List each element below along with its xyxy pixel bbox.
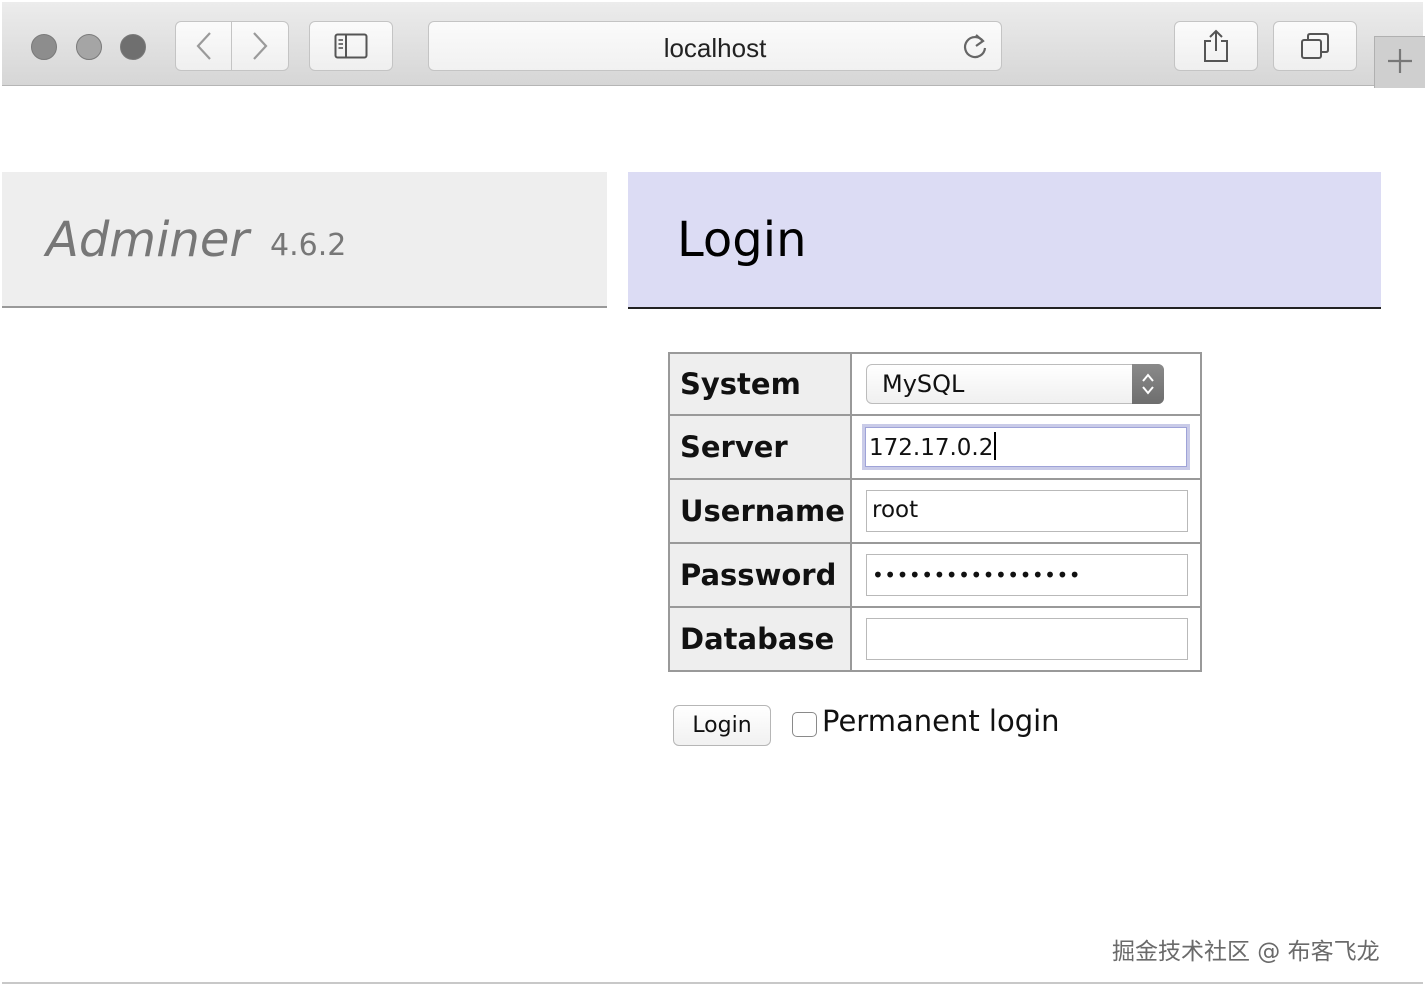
bottom-divider [2, 982, 1423, 984]
username-input-value: root [872, 497, 919, 523]
password-input-value: ••••••••••••••••• [872, 563, 1082, 587]
username-label: Username [668, 478, 852, 544]
back-button[interactable] [175, 21, 232, 71]
form-row-password: Password ••••••••••••••••• [668, 542, 1202, 608]
new-tab-button[interactable] [1374, 36, 1425, 88]
reload-icon[interactable] [961, 32, 989, 66]
close-window-button[interactable] [31, 34, 57, 60]
server-input-value: 172.17.0.2 [869, 435, 994, 461]
form-row-system: System MySQL [668, 352, 1202, 416]
share-icon [1202, 29, 1230, 63]
form-row-username: Username root [668, 478, 1202, 544]
address-bar[interactable]: localhost [428, 21, 1002, 71]
browser-toolbar: localhost [2, 2, 1425, 88]
share-button[interactable] [1174, 21, 1258, 71]
text-caret [994, 432, 997, 460]
tab-overview-icon [1300, 32, 1330, 60]
permanent-login-checkbox[interactable] [792, 712, 817, 737]
address-url: localhost [663, 33, 767, 63]
form-row-database: Database [668, 606, 1202, 672]
plus-icon [1387, 48, 1413, 78]
server-input[interactable]: 172.17.0.2 [862, 424, 1190, 470]
username-input[interactable]: root [866, 490, 1188, 532]
sidebar-toggle-button[interactable] [309, 21, 393, 71]
login-button[interactable]: Login [673, 705, 771, 746]
permanent-login-label[interactable]: Permanent login [822, 704, 1060, 738]
tab-overview-button[interactable] [1273, 21, 1357, 71]
page-title: Login [677, 212, 807, 268]
select-stepper-icon [1132, 364, 1164, 404]
system-label: System [668, 352, 852, 416]
system-select[interactable]: MySQL [866, 364, 1164, 404]
forward-button[interactable] [231, 21, 289, 71]
database-label: Database [668, 606, 852, 672]
password-label: Password [668, 542, 852, 608]
brand-version: 4.6.2 [270, 228, 347, 263]
chevron-left-icon [195, 31, 213, 61]
password-input[interactable]: ••••••••••••••••• [866, 554, 1188, 596]
server-label: Server [668, 414, 852, 480]
chevron-right-icon [251, 31, 269, 61]
brand-name[interactable]: Adminer [46, 212, 249, 268]
login-form-table: System MySQL Server 172.17.0.2 Username … [668, 352, 1202, 672]
system-select-value: MySQL [882, 370, 965, 398]
sidebar-icon [334, 33, 368, 59]
form-row-server: Server 172.17.0.2 [668, 414, 1202, 480]
zoom-window-button[interactable] [120, 34, 146, 60]
watermark: 掘金技术社区 @ 布客飞龙 [1112, 939, 1380, 965]
minimize-window-button[interactable] [76, 34, 102, 60]
database-input[interactable] [866, 618, 1188, 660]
